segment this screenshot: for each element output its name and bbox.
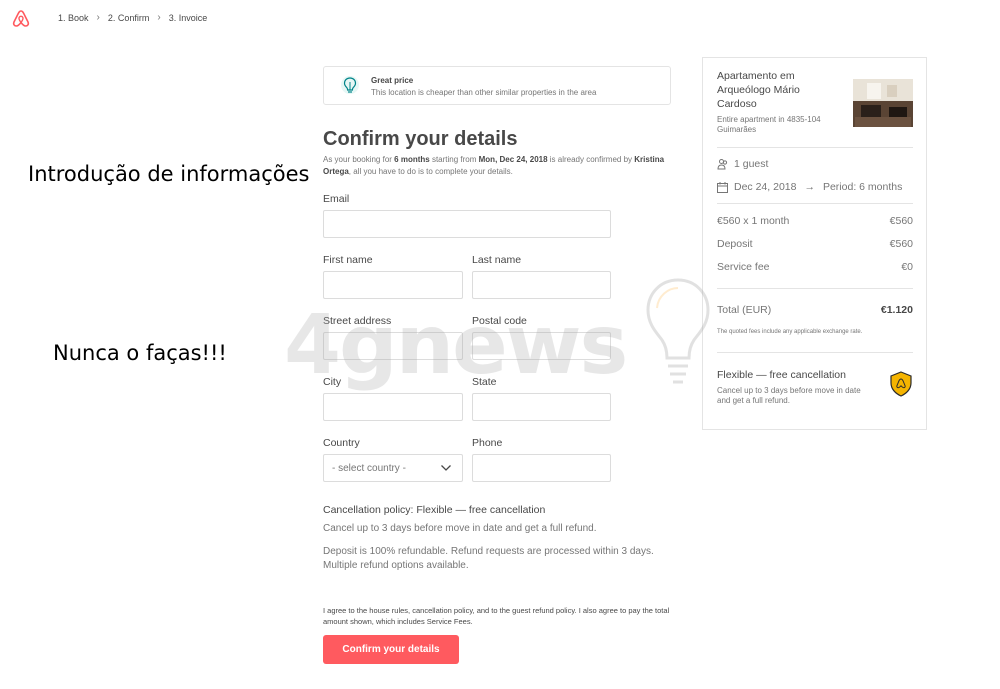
step-invoice[interactable]: 3. Invoice	[169, 13, 208, 23]
arrow-right-icon: →	[804, 181, 815, 193]
last-name-field[interactable]	[472, 271, 611, 299]
booking-dates: Dec 24, 2018 → Period: 6 months	[717, 181, 902, 193]
state-field[interactable]	[472, 393, 611, 421]
deposit-line: Deposit €560	[717, 238, 913, 250]
confirm-details-button[interactable]: Confirm your details	[323, 635, 459, 664]
calendar-icon	[717, 181, 728, 193]
city-field[interactable]	[323, 393, 463, 421]
postal-code-field[interactable]	[472, 332, 611, 360]
first-name-field[interactable]	[323, 271, 463, 299]
street-address-label: Street address	[323, 315, 392, 327]
flexible-policy-title: Flexible — free cancellation	[717, 369, 846, 381]
property-subtitle: Entire apartment in 4835-104 Guimarães	[717, 115, 821, 134]
guest-count: 1 guest	[717, 158, 768, 170]
deposit-text: Deposit is 100% refundable. Refund reque…	[323, 546, 654, 571]
total-line: Total (EUR) €1.120	[717, 304, 913, 316]
country-select-value: - select country -	[332, 463, 406, 474]
chevron-right-icon: ›	[96, 12, 100, 23]
step-book[interactable]: 1. Book	[58, 13, 89, 23]
phone-field[interactable]	[472, 454, 611, 482]
chevron-down-icon	[441, 465, 451, 471]
country-select[interactable]: - select country -	[323, 454, 463, 482]
state-label: State	[472, 376, 497, 388]
email-label: Email	[323, 193, 350, 205]
property-photo[interactable]	[853, 79, 913, 127]
cancellation-policy-title: Cancellation policy: Flexible — free can…	[323, 504, 546, 516]
booking-intro: As your booking for 6 months starting fr…	[323, 155, 665, 176]
cancellation-policy-text: Cancel up to 3 days before move in date …	[323, 523, 597, 534]
fees-note: The quoted fees include any applicable e…	[717, 329, 863, 335]
breadcrumb: 1. Book › 2. Confirm › 3. Invoice	[58, 12, 207, 23]
flexible-policy-text: Cancel up to 3 days before move in date …	[717, 386, 861, 405]
price-line: €560 x 1 month €560	[717, 215, 913, 227]
lightbulb-icon	[341, 76, 359, 94]
service-fee-line: Service fee €0	[717, 261, 913, 273]
agreement-text: I agree to the house rules, cancellation…	[323, 606, 670, 626]
protection-shield-icon	[890, 371, 912, 397]
street-address-field[interactable]	[323, 332, 463, 360]
property-title[interactable]: Apartamento em Arqueólogo Mário Cardoso	[717, 69, 837, 111]
airbnb-logo-icon[interactable]	[11, 9, 31, 27]
last-name-label: Last name	[472, 254, 522, 266]
phone-label: Phone	[472, 437, 503, 449]
booking-summary-card: Apartamento em Arqueólogo Mário Cardoso …	[702, 57, 927, 430]
overlay-caption: Nunca o faças!!!	[53, 341, 227, 365]
guests-icon	[717, 159, 728, 170]
country-label: Country	[323, 437, 360, 449]
overlay-caption: Introdução de informações	[28, 162, 310, 186]
first-name-label: First name	[323, 254, 373, 266]
page-title: Confirm your details	[323, 128, 518, 150]
great-price-text: This location is cheaper than other simi…	[371, 88, 597, 97]
step-confirm[interactable]: 2. Confirm	[108, 13, 150, 23]
great-price-banner: Great price This location is cheaper tha…	[323, 66, 671, 105]
city-label: City	[323, 376, 342, 388]
chevron-right-icon: ›	[157, 12, 161, 23]
great-price-title: Great price	[371, 76, 414, 85]
email-field[interactable]	[323, 210, 611, 238]
postal-code-label: Postal code	[472, 315, 527, 327]
